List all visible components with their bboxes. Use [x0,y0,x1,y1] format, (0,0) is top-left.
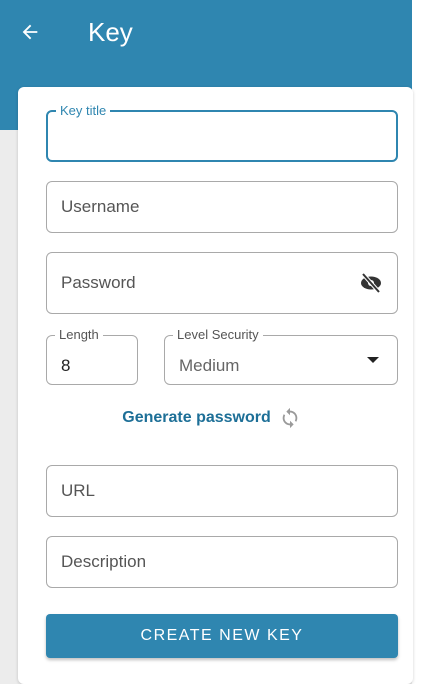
eye-off-icon[interactable] [359,271,383,295]
generate-password-link[interactable]: Generate password [122,409,271,427]
chevron-down-icon [367,357,379,363]
length-field[interactable]: Length 8 [46,327,138,385]
level-security-value: Medium [179,356,240,375]
password-placeholder: Password [61,273,136,292]
level-security-select[interactable]: Level Security Medium [164,327,398,385]
create-new-key-button[interactable]: CREATE NEW KEY [46,614,398,658]
url-placeholder: URL [61,481,96,500]
level-security-label: Level Security [173,327,263,343]
form-card [18,87,413,684]
page-title: Key [88,17,133,47]
refresh-icon[interactable] [279,407,301,429]
key-title-label: Key title [56,103,111,119]
generate-password-row: Generate password [0,407,423,429]
arrow-left-icon [22,24,38,40]
key-title-field[interactable]: Key title [46,103,398,162]
length-value: 8 [61,356,71,375]
url-field[interactable]: URL [46,465,398,517]
back-button[interactable] [16,18,44,46]
username-field[interactable]: Username [46,181,398,233]
description-placeholder: Description [61,552,147,571]
password-field[interactable]: Password [46,252,398,314]
background-strip [412,0,423,684]
length-label: Length [55,327,103,343]
username-placeholder: Username [61,197,140,216]
description-field[interactable]: Description [46,536,398,588]
